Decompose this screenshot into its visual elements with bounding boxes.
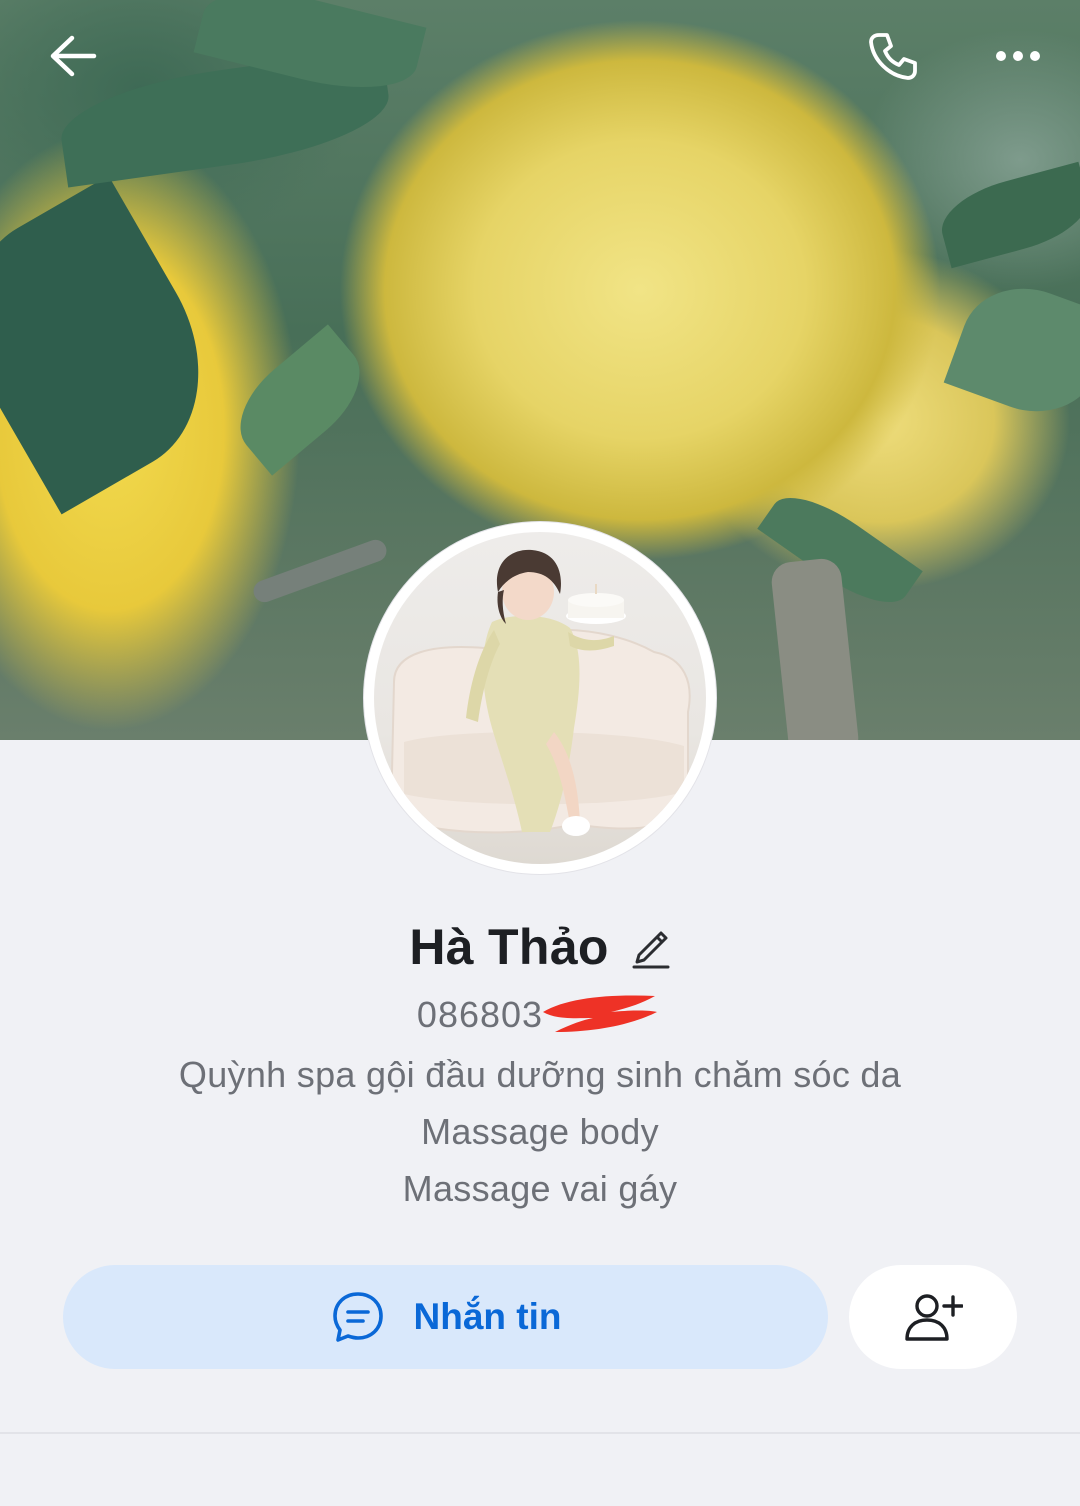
profile-name-row: Hà Thảo: [0, 918, 1080, 976]
section-divider: [0, 1432, 1080, 1434]
more-button[interactable]: [982, 20, 1054, 92]
bio-line: Massage vai gáy: [402, 1168, 678, 1209]
profile-name: Hà Thảo: [409, 919, 609, 975]
phone-icon: [869, 33, 917, 80]
cover-leaf: [943, 269, 1080, 431]
cover-leaf: [220, 324, 380, 476]
chat-bubble-icon: [332, 1292, 383, 1342]
call-button[interactable]: [856, 20, 928, 92]
bio-line: Quỳnh spa gội đầu dưỡng sinh chăm sóc da: [178, 1054, 902, 1095]
message-button[interactable]: Nhắn tin: [63, 1265, 828, 1369]
more-horizontal-icon: [996, 51, 1040, 61]
avatar[interactable]: [364, 522, 716, 874]
arrow-left-icon: [50, 35, 97, 77]
profile-phone-number: 086803: [416, 994, 544, 1035]
add-user-icon: [905, 1294, 963, 1341]
profile-phone-row: 086803: [0, 994, 1080, 1036]
profile-phone: 086803: [417, 994, 663, 1036]
avatar-image: [390, 549, 691, 836]
message-button-label: Nhắn tin: [413, 1296, 562, 1337]
cover-branch: [250, 536, 390, 606]
back-button[interactable]: [37, 20, 109, 92]
add-friend-button[interactable]: [849, 1265, 1017, 1369]
bio-line: Massage body: [421, 1111, 659, 1152]
cover-leaf: [0, 175, 244, 515]
pencil-icon[interactable]: [631, 925, 671, 969]
avatar-photo: [374, 532, 706, 864]
redaction-scribble: [543, 995, 658, 1032]
cover-leaf: [933, 161, 1080, 269]
